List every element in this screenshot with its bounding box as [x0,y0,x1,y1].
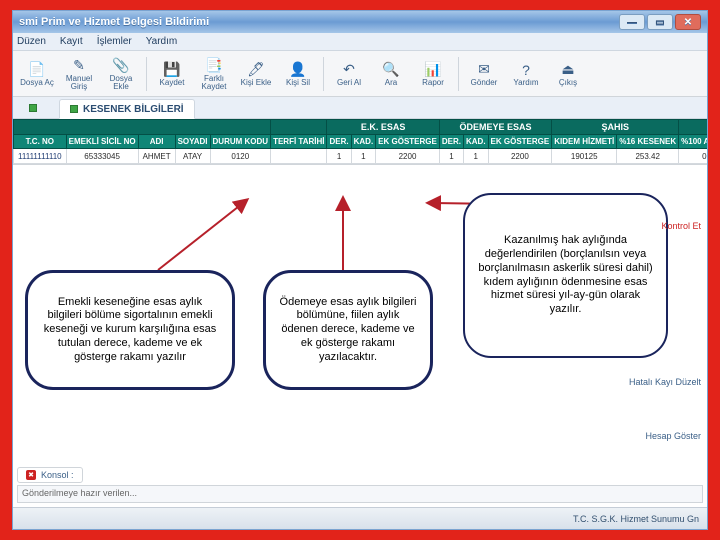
link-hesap-goster[interactable]: Hesap Göster [645,431,701,441]
toolbar-icon: 💾 [163,61,181,79]
toolbar-icon: 📄 [28,61,46,79]
status-right: T.C. S.G.K. Hizmet Sunumu Gn [573,514,699,524]
toolbar-icon: ? [517,61,535,79]
toolbar-icon: 📑 [205,57,223,75]
window-minimize[interactable]: — [619,14,645,30]
toolbar: 📄Dosya Aç✎Manuel Giriş📎Dosya Ekle 💾Kaydet… [13,51,707,97]
menu-islemler[interactable]: İşlemler [97,36,132,47]
toolbar-kişi-sil[interactable]: 👤Kişi Sil [278,54,318,94]
toolbar-rapor[interactable]: 📊Rapor [413,54,453,94]
toolbar-kaydet[interactable]: 💾Kaydet [152,54,192,94]
callout-kidem-hizmeti: Kazanılmış hak aylığında değerlendirilen… [463,193,668,358]
menu-kayit[interactable]: Kayıt [60,36,83,47]
toolbar-yardım[interactable]: ?Yardım [506,54,546,94]
toolbar-icon: 🖊 [247,61,265,79]
status-bar: T.C. S.G.K. Hizmet Sunumu Gn [13,507,707,529]
tab-kesenek[interactable]: KESENEK BİLGİLERİ [59,99,195,119]
toolbar-icon: 📎 [112,57,130,75]
toolbar-ara[interactable]: 🔍Ara [371,54,411,94]
toolbar-icon: 👤 [289,61,307,79]
toolbar-icon: 📊 [424,61,442,79]
toolbar-icon: ✎ [70,57,88,75]
toolbar-manuel-giriş[interactable]: ✎Manuel Giriş [59,54,99,94]
toolbar-icon: ↶ [340,61,358,79]
data-grid: E.K. ESASÖDEMEYE ESASŞAHISKURUMT.C. NOEM… [13,119,707,165]
table-row[interactable]: 1111111111065333045AHMETATAY012011220011… [14,149,708,164]
link-hatali-duzelt[interactable]: Hatalı Kayı Düzelt [629,377,701,387]
toolbar-geri-al[interactable]: ↶Geri Al [329,54,369,94]
window-titlebar: smi Prim ve Hizmet Belgesi Bildirimi — ▭… [13,11,707,33]
toolbar-icon: ⏏ [559,61,577,79]
konsol-bar[interactable]: ✖ Konsol : [17,467,83,483]
toolbar-icon: ✉ [475,61,493,79]
callout-ek-esas: Emekli keseneğine esas aylık bilgileri b… [25,270,235,390]
toolbar-çıkış[interactable]: ⏏Çıkış [548,54,588,94]
toolbar-kişi-ekle[interactable]: 🖊Kişi Ekle [236,54,276,94]
toolbar-gönder[interactable]: ✉Gönder [464,54,504,94]
konsol-icon: ✖ [26,470,36,480]
tab-placeholder[interactable] [19,98,47,118]
tab-bar: KESENEK BİLGİLERİ [13,97,707,119]
toolbar-dosya-ekle[interactable]: 📎Dosya Ekle [101,54,141,94]
toolbar-farklı-kaydet[interactable]: 📑Farklı Kaydet [194,54,234,94]
link-kontrol-et[interactable]: Kontrol Et [661,221,701,231]
console-output: Gönderilmeye hazır verilen... [17,485,703,503]
toolbar-icon: 🔍 [382,61,400,79]
window-close[interactable]: ✕ [675,14,701,30]
window-maximize[interactable]: ▭ [647,14,673,30]
toolbar-dosya-aç[interactable]: 📄Dosya Aç [17,54,57,94]
menu-yardim[interactable]: Yardım [146,36,178,47]
menu-duzen[interactable]: Düzen [17,36,46,47]
window-title: smi Prim ve Hizmet Belgesi Bildirimi [19,16,209,28]
callout-odemeye-esas: Ödemeye esas aylık bilgileri bölümüne, f… [263,270,433,390]
menu-bar: Düzen Kayıt İşlemler Yardım [13,33,707,51]
